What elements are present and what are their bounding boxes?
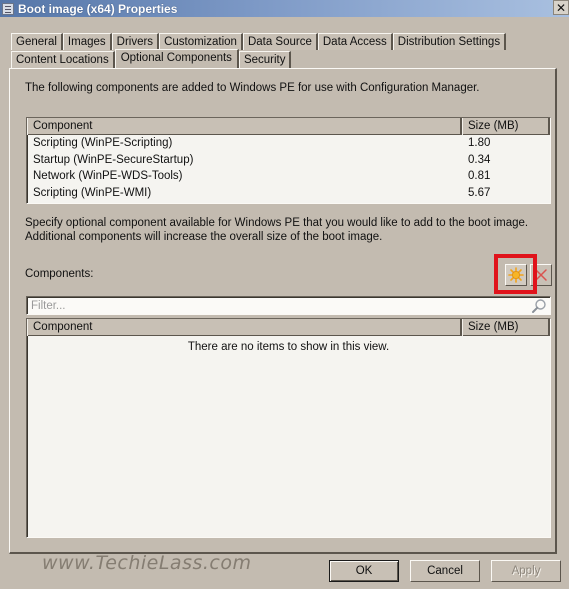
- highlight-annotation-box: [494, 254, 537, 294]
- available-components-list[interactable]: Component Size (MB) There are no items t…: [26, 318, 551, 538]
- column-header-component[interactable]: Component: [27, 118, 462, 135]
- filter-input[interactable]: [27, 297, 517, 314]
- window-title: Boot image (x64) Properties: [18, 1, 178, 16]
- component-size: 0.34: [468, 153, 491, 166]
- tab-images[interactable]: Images: [62, 33, 112, 50]
- title-bar: Boot image (x64) Properties ✕: [0, 0, 569, 17]
- component-name: Scripting (WinPE-Scripting): [33, 137, 173, 149]
- apply-button[interactable]: Apply: [491, 560, 561, 582]
- components-label: Components:: [25, 268, 94, 280]
- properties-window-icon: [2, 2, 14, 15]
- cancel-button[interactable]: Cancel: [410, 560, 480, 582]
- list-header: Component Size (MB): [27, 319, 550, 336]
- column-header-component[interactable]: Component: [27, 319, 462, 336]
- column-header-size[interactable]: Size (MB): [462, 319, 550, 336]
- column-header-size[interactable]: Size (MB): [462, 118, 550, 135]
- component-name: Network (WinPE-WDS-Tools): [33, 170, 183, 182]
- empty-list-message: There are no items to show in this view.: [187, 341, 390, 353]
- tab-drivers[interactable]: Drivers: [111, 33, 160, 50]
- list-header: Component Size (MB): [27, 118, 550, 135]
- tab-distribution-settings[interactable]: Distribution Settings: [392, 33, 507, 50]
- intro-text: The following components are added to Wi…: [25, 82, 480, 94]
- filter-box: [26, 296, 551, 315]
- ok-button[interactable]: OK: [329, 560, 399, 582]
- list-item[interactable]: Scripting (WinPE-Scripting) 1.80: [27, 135, 550, 152]
- added-components-list[interactable]: Component Size (MB) Scripting (WinPE-Scr…: [26, 117, 551, 204]
- tab-security[interactable]: Security: [238, 51, 292, 68]
- tab-data-access[interactable]: Data Access: [317, 33, 393, 50]
- tab-optional-components[interactable]: Optional Components: [114, 49, 239, 68]
- component-name: Scripting (WinPE-WMI): [33, 186, 152, 199]
- list-item[interactable]: Scripting (WinPE-WMI) 5.67: [27, 185, 550, 202]
- watermark: www.TechieLass.com: [42, 552, 252, 574]
- tab-row-2: Content Locations Optional Components Se…: [11, 49, 292, 68]
- component-size: 0.81: [468, 170, 491, 182]
- search-icon[interactable]: [531, 298, 547, 314]
- tab-content-locations[interactable]: Content Locations: [11, 51, 115, 68]
- list-item[interactable]: Network (WinPE-WDS-Tools) 0.81: [27, 168, 550, 185]
- tab-general[interactable]: General: [11, 33, 63, 50]
- close-button[interactable]: ✕: [553, 0, 569, 15]
- tab-data-source[interactable]: Data Source: [242, 33, 318, 50]
- component-size: 5.67: [468, 186, 491, 199]
- description-text: Specify optional component available for…: [25, 217, 529, 243]
- list-item[interactable]: Startup (WinPE-SecureStartup) 0.34: [27, 152, 550, 169]
- component-name: Startup (WinPE-SecureStartup): [33, 153, 194, 166]
- component-size: 1.80: [468, 137, 491, 149]
- tab-customization[interactable]: Customization: [159, 33, 243, 50]
- tab-row-1: General Images Drivers Customization Dat…: [11, 33, 507, 50]
